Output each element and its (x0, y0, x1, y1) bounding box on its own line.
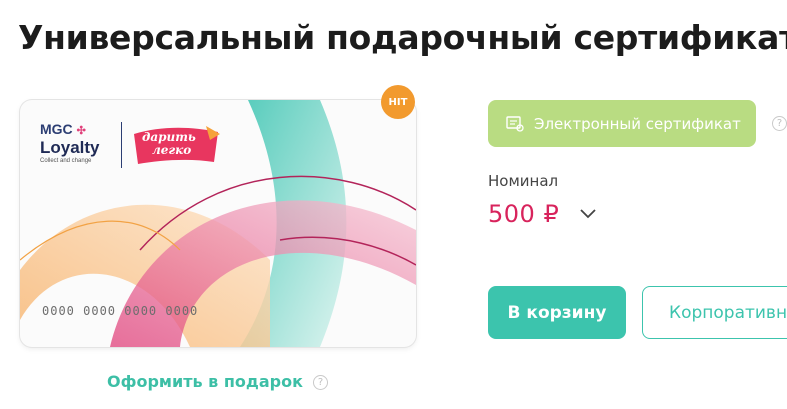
nominal-value: 500 ₽ (488, 200, 560, 228)
brand-tagline: Collect and change (40, 158, 92, 164)
add-to-cart-button[interactable]: В корзину (488, 286, 626, 339)
gift-card-image: MGC ✣ Loyalty Collect and change дарить … (20, 100, 416, 347)
electronic-certificate-chip[interactable]: Электронный сертификат (488, 100, 756, 147)
nominal-select[interactable]: 500 ₽ (488, 200, 597, 228)
mgc-dots-icon: ✣ (76, 125, 86, 137)
gift-wrap-link[interactable]: Оформить в подарок (107, 372, 303, 391)
chevron-down-icon (580, 209, 596, 219)
brand-loyalty: Loyalty (40, 138, 100, 157)
darit-legko-logo: дарить легко (130, 124, 222, 168)
page-title: Универсальный подарочный сертификат " (18, 18, 787, 57)
certificate-help-icon[interactable]: ? (772, 116, 787, 131)
gift-help-icon[interactable]: ? (313, 375, 328, 390)
certificate-icon (506, 115, 524, 132)
partner-logo-line2: легко (152, 143, 192, 157)
card-number: 0000 0000 0000 0000 (42, 304, 199, 318)
nominal-label: Номинал (488, 172, 559, 190)
mgc-loyalty-logo: MGC ✣ Loyalty Collect and change (40, 121, 100, 165)
brand-mgc: MGC (40, 121, 73, 137)
hit-badge: HIT (381, 85, 415, 119)
logo-divider (121, 122, 122, 168)
corporate-button[interactable]: Корпоративн (642, 286, 787, 339)
partner-logo-line1: дарить (142, 130, 196, 144)
electronic-certificate-label: Электронный сертификат (534, 114, 741, 133)
